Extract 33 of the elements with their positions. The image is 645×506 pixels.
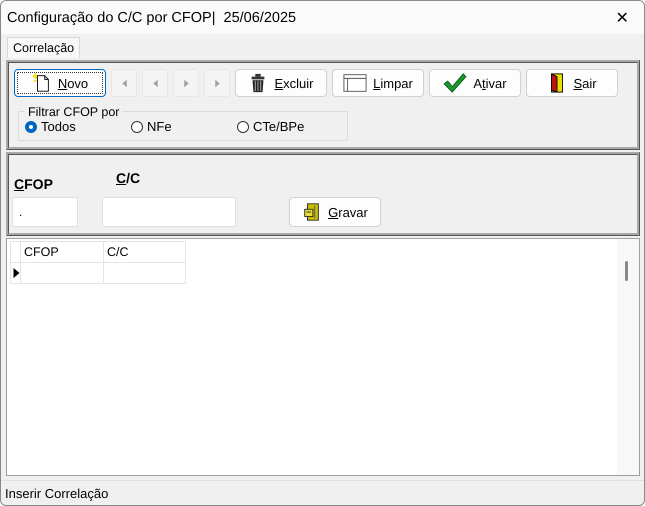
- toolbar-button[interactable]: Sair: [526, 69, 618, 97]
- table-cell[interactable]: [20, 262, 104, 284]
- window-title: Configuração do C/C por CFOP| 25/06/2025: [7, 10, 296, 26]
- save-button[interactable]: Gravar: [289, 197, 381, 227]
- status-bar: Inserir Correlação: [1, 480, 644, 505]
- left-triangle-icon: [150, 78, 160, 88]
- radio-option[interactable]: NFe: [131, 119, 237, 134]
- radio-icon[interactable]: [25, 120, 37, 132]
- column-header[interactable]: C/C: [104, 242, 186, 262]
- field-label: C/C: [116, 170, 142, 186]
- radio-option[interactable]: Todos: [25, 119, 131, 134]
- toolbar-button[interactable]: Novo: [14, 69, 106, 97]
- toolbar-button[interactable]: Limpar: [332, 69, 424, 97]
- tab[interactable]: Correlação: [7, 37, 80, 58]
- right-triangle-icon: [212, 78, 222, 88]
- radio-icon[interactable]: [131, 120, 143, 132]
- table-cell[interactable]: [104, 262, 186, 284]
- window-icon: [343, 73, 368, 93]
- radio-icon[interactable]: [237, 120, 249, 132]
- input-field[interactable]: [102, 197, 236, 227]
- new-page-icon: [32, 73, 52, 93]
- close-button[interactable]: ✕: [600, 2, 644, 34]
- left-triangle-icon: [120, 78, 128, 88]
- toolbar-button[interactable]: Ativar: [429, 69, 521, 97]
- toolbar-button[interactable]: Excluir: [235, 69, 327, 97]
- scrollbar[interactable]: [617, 239, 639, 475]
- right-triangle-icon: [182, 78, 190, 88]
- column-header[interactable]: CFOP: [20, 242, 104, 262]
- field-label: CFOP: [14, 176, 54, 192]
- input-field[interactable]: .: [12, 197, 78, 227]
- group-legend: Filtrar CFOP por: [25, 105, 122, 119]
- checkmark-icon: [443, 73, 468, 93]
- radio-option[interactable]: CTe/BPe: [237, 119, 304, 134]
